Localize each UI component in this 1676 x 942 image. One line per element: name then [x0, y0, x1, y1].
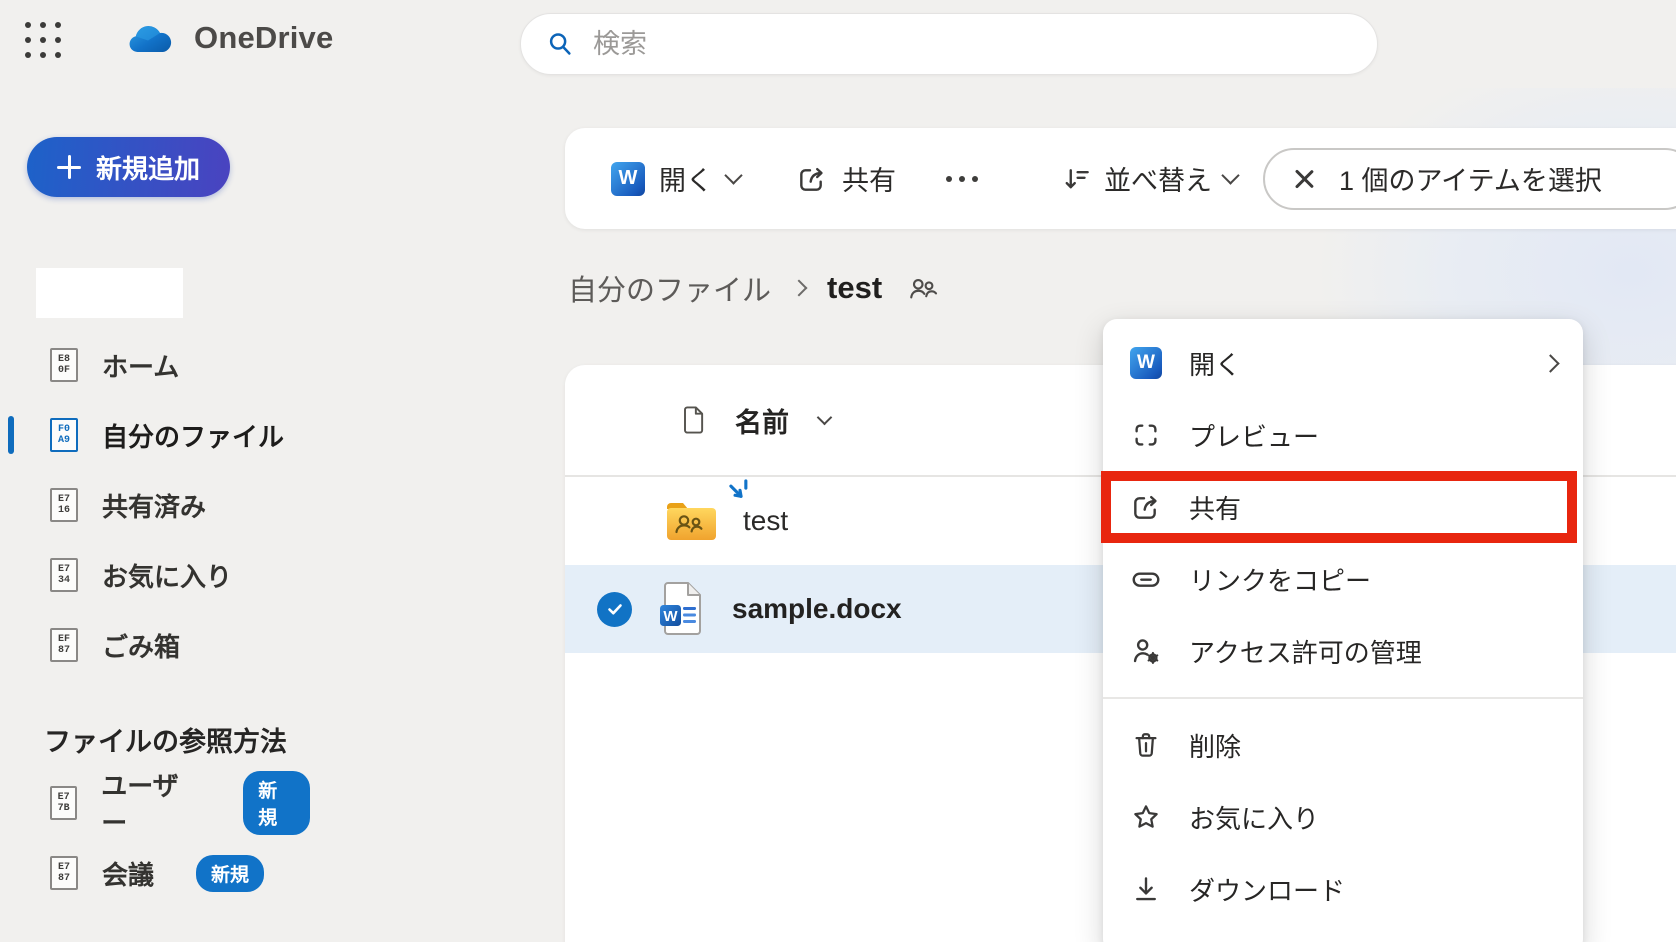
breadcrumb-separator-icon: [791, 280, 808, 297]
onedrive-window: OneDrive 新規追加 E80F ホーム F0A9 自分のファイル: [0, 0, 1676, 942]
sidebar-item-label: 自分のファイル: [102, 417, 284, 454]
breadcrumb: 自分のファイル test: [568, 262, 938, 314]
menu-item-favorite[interactable]: お気に入り: [1103, 781, 1583, 853]
shared-people-icon: [908, 274, 938, 302]
context-menu: W 開く プレビュー: [1103, 319, 1583, 942]
chevron-down-icon: [724, 166, 742, 184]
file-name: test: [743, 505, 788, 537]
new-badge: 新規: [243, 771, 310, 835]
breadcrumb-parent[interactable]: 自分のファイル: [568, 267, 771, 309]
selection-status-pill[interactable]: 1 個のアイテムを選択: [1263, 148, 1676, 210]
command-bar: W 開く 共有 並: [565, 128, 1676, 229]
document-icon: [679, 404, 707, 436]
sidebar-item-label: 共有済み: [102, 487, 206, 524]
sidebar-item-recycle-bin[interactable]: EF87 ごみ箱: [0, 610, 310, 680]
menu-item-open[interactable]: W 開く: [1103, 327, 1583, 399]
file-name: sample.docx: [732, 593, 902, 625]
onedrive-logo: OneDrive: [122, 20, 333, 56]
menu-item-manage-access[interactable]: アクセス許可の管理: [1103, 615, 1583, 687]
menu-item-download[interactable]: ダウンロード: [1103, 853, 1583, 925]
menu-divider: [1103, 697, 1583, 699]
manage-access-icon: [1129, 635, 1163, 667]
sidebar-item-label: お気に入り: [102, 557, 232, 594]
word-icon: W: [611, 162, 645, 196]
people-nav-icon: E77B: [50, 786, 77, 820]
sort-icon: [1062, 164, 1092, 194]
click-indicator-icon: [727, 479, 753, 505]
my-files-icon: F0A9: [50, 418, 78, 452]
more-commands-button[interactable]: [936, 166, 988, 192]
star-icon: [1129, 802, 1163, 832]
new-badge: 新規: [196, 855, 264, 892]
svg-text:W: W: [663, 608, 678, 625]
sidebar-item-label: ごみ箱: [102, 627, 180, 664]
submenu-chevron-icon: [1541, 354, 1559, 372]
open-button[interactable]: W 開く: [611, 159, 740, 198]
sidebar-item-label: 会議: [102, 855, 154, 892]
word-file-icon: W: [658, 580, 706, 638]
clear-selection-icon[interactable]: [1293, 168, 1315, 190]
shared-icon: E716: [50, 488, 78, 522]
link-icon: [1129, 563, 1163, 595]
chevron-down-icon: [1221, 166, 1239, 184]
sidebar-item-shared[interactable]: E716 共有済み: [0, 470, 310, 540]
menu-item-copy-link[interactable]: リンクをコピー: [1103, 543, 1583, 615]
home-icon: E80F: [50, 348, 78, 382]
menu-item-preview[interactable]: プレビュー: [1103, 399, 1583, 471]
menu-item-share[interactable]: 共有: [1103, 471, 1583, 543]
download-icon: [1129, 874, 1163, 904]
selection-count-label: 1 個のアイテムを選択: [1339, 159, 1602, 198]
breadcrumb-current: test: [827, 270, 882, 306]
meetings-nav-icon: E787: [50, 856, 78, 890]
favorites-icon: E734: [50, 558, 78, 592]
plus-icon: [57, 155, 81, 179]
red-highlight-annotation: [1101, 471, 1577, 543]
selected-check-icon[interactable]: [597, 592, 632, 627]
sidebar-nav: E80F ホーム F0A9 自分のファイル E716 共有済み E734 お気に…: [0, 330, 310, 680]
onedrive-cloud-icon: [122, 21, 174, 55]
sidebar-item-favorites[interactable]: E734 お気に入り: [0, 540, 310, 610]
search-bar[interactable]: [520, 13, 1378, 75]
sidebar-item-people[interactable]: E77B ユーザー 新規: [0, 768, 310, 838]
sidebar-browse-nav: E77B ユーザー 新規 E787 会議 新規: [0, 768, 310, 908]
trash-icon: [1129, 730, 1163, 760]
share-icon: [796, 163, 828, 195]
menu-item-delete[interactable]: 削除: [1103, 709, 1583, 781]
sidebar-item-label: ホーム: [102, 347, 179, 384]
search-input[interactable]: [591, 28, 1353, 61]
recycle-bin-icon: EF87: [50, 628, 78, 662]
sidebar-item-label: ユーザー: [101, 766, 201, 840]
search-icon: [545, 29, 575, 59]
add-new-button[interactable]: 新規追加: [27, 137, 230, 197]
share-icon: [1129, 491, 1163, 523]
sidebar-item-home[interactable]: E80F ホーム: [0, 330, 310, 400]
chevron-down-icon: [817, 409, 833, 425]
word-icon: W: [1129, 347, 1163, 379]
shared-folder-icon: [663, 498, 719, 544]
sidebar-blank-tile: [36, 268, 183, 318]
sidebar-item-meetings[interactable]: E787 会議 新規: [0, 838, 310, 908]
preview-icon: [1129, 420, 1163, 450]
sidebar-item-my-files[interactable]: F0A9 自分のファイル: [0, 400, 310, 470]
sidebar-section-header: ファイルの参照方法: [44, 720, 287, 759]
share-button[interactable]: 共有: [796, 159, 896, 198]
app-title: OneDrive: [194, 20, 333, 56]
app-launcher-waffle-icon[interactable]: [25, 22, 63, 60]
sort-button[interactable]: 並べ替え: [1062, 159, 1237, 198]
